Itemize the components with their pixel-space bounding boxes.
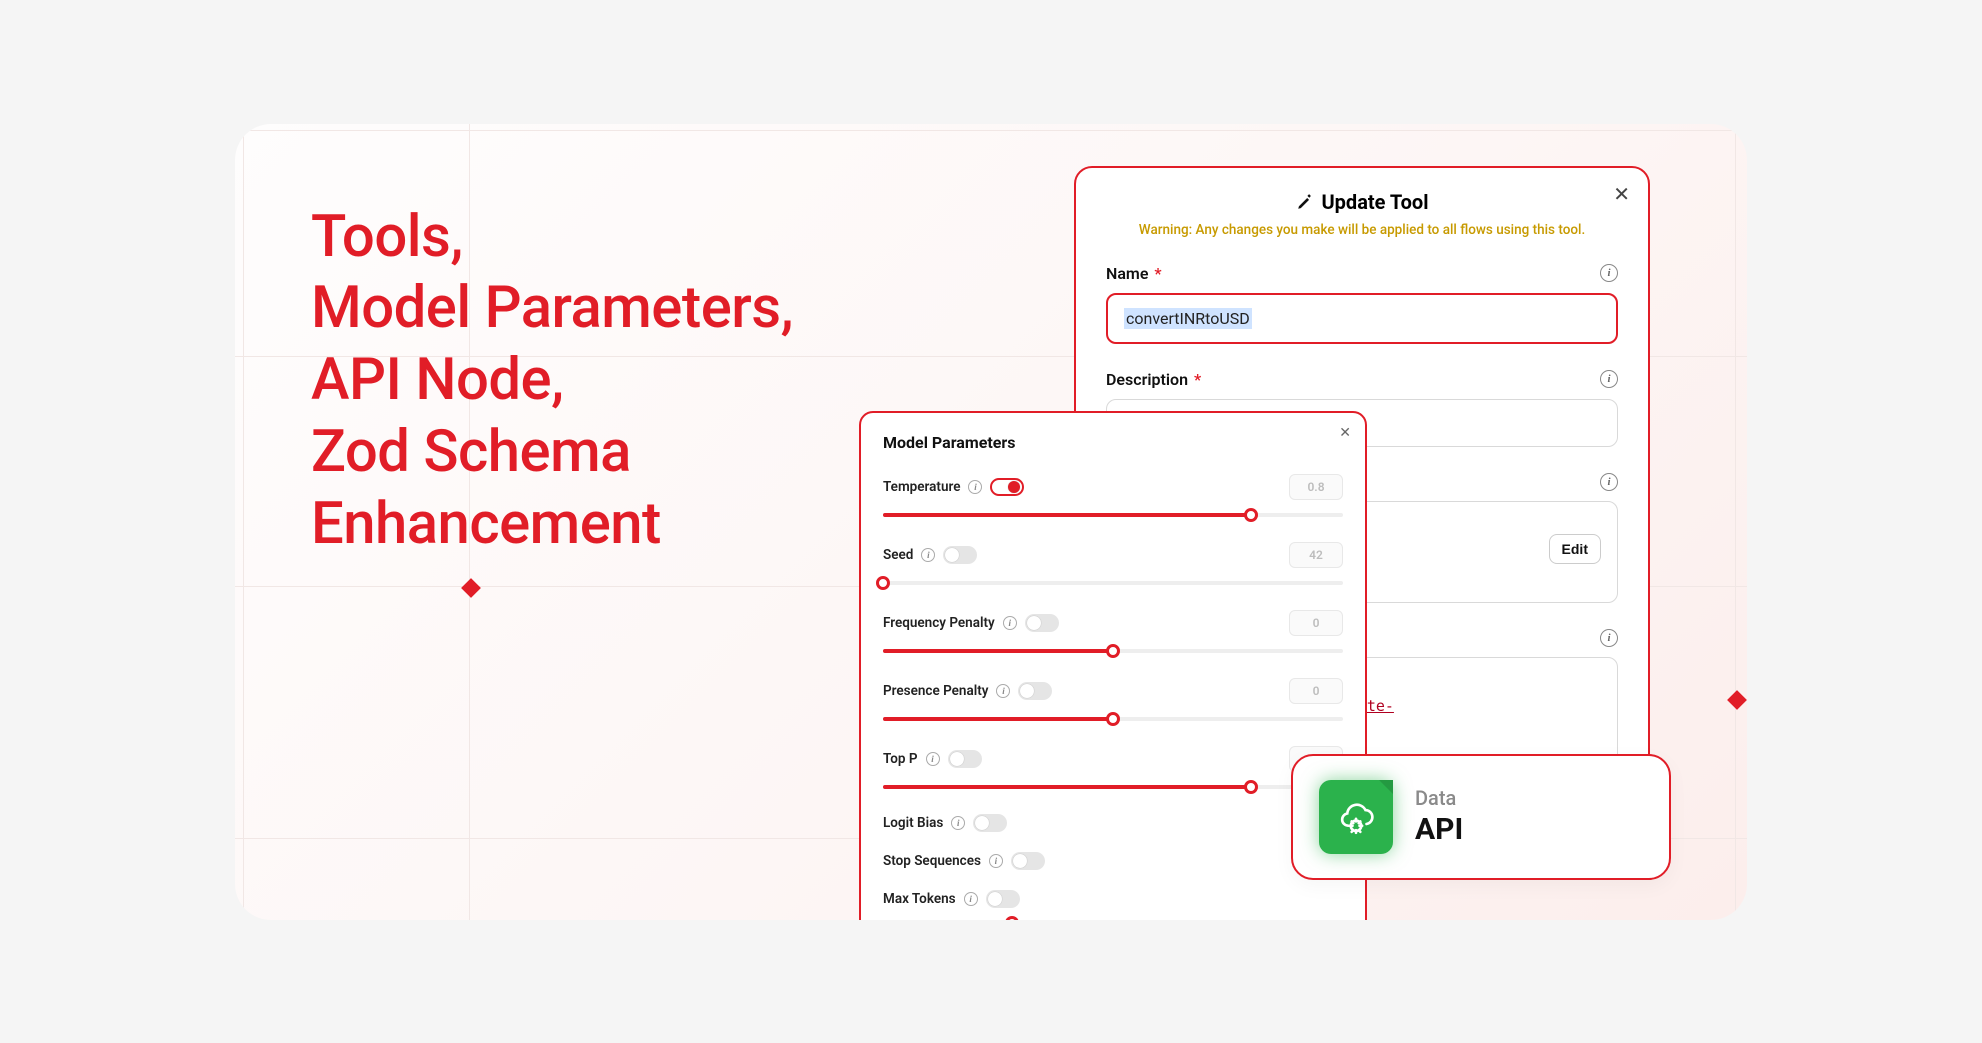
- headline: Tools, Model Parameters, API Node, Zod S…: [311, 202, 793, 562]
- info-icon[interactable]: i: [951, 816, 965, 830]
- param-label: Top P: [883, 751, 918, 767]
- pencil-icon: [1296, 193, 1314, 211]
- param-seed: Seed i 42: [883, 542, 1343, 590]
- diamond-marker: [461, 578, 481, 598]
- api-node-category: Data: [1415, 786, 1463, 810]
- api-node-name: API: [1415, 812, 1463, 847]
- param-slider[interactable]: [883, 780, 1343, 794]
- param-toggle[interactable]: [1011, 852, 1045, 870]
- param-logit-bias: Logit Bias i: [883, 814, 1343, 832]
- param-label: Stop Sequences: [883, 853, 981, 869]
- edit-button[interactable]: Edit: [1549, 534, 1601, 564]
- param-toggle[interactable]: [943, 546, 977, 564]
- info-icon[interactable]: i: [926, 752, 940, 766]
- info-icon[interactable]: i: [964, 892, 978, 906]
- param-value[interactable]: 0: [1289, 610, 1343, 636]
- close-icon[interactable]: ✕: [1613, 182, 1630, 206]
- info-icon[interactable]: i: [1600, 264, 1618, 282]
- param-slider[interactable]: [883, 576, 1343, 590]
- info-icon[interactable]: i: [996, 684, 1010, 698]
- info-icon[interactable]: i: [1600, 629, 1618, 647]
- info-icon[interactable]: i: [1600, 370, 1618, 388]
- param-slider[interactable]: [883, 916, 1343, 920]
- param-toggle[interactable]: [1018, 682, 1052, 700]
- api-node-text: Data API: [1415, 786, 1463, 847]
- required-marker: *: [1154, 264, 1161, 283]
- panel-title-text: Update Tool: [1322, 190, 1429, 214]
- headline-line: Tools,: [311, 202, 793, 274]
- info-icon[interactable]: i: [989, 854, 1003, 868]
- param-max-tokens: Max Tokens i: [883, 890, 1343, 920]
- close-icon[interactable]: ✕: [1339, 425, 1351, 441]
- info-icon[interactable]: i: [968, 480, 982, 494]
- param-toggle[interactable]: [990, 478, 1024, 496]
- headline-line: Zod Schema: [311, 417, 793, 489]
- param-label: Logit Bias: [883, 815, 943, 831]
- info-icon[interactable]: i: [1600, 473, 1618, 491]
- info-icon[interactable]: i: [921, 548, 935, 562]
- param-toggle[interactable]: [973, 814, 1007, 832]
- gridline: [1735, 124, 1736, 920]
- param-slider[interactable]: [883, 712, 1343, 726]
- param-value[interactable]: 0.8: [1289, 474, 1343, 500]
- headline-line: API Node,: [311, 345, 793, 417]
- required-marker: *: [1194, 370, 1201, 389]
- param-toggle[interactable]: [948, 750, 982, 768]
- param-label: Temperature: [883, 479, 960, 495]
- param-slider[interactable]: [883, 508, 1343, 522]
- param-toggle[interactable]: [1025, 614, 1059, 632]
- param-toggle[interactable]: [986, 890, 1020, 908]
- headline-line: Model Parameters,: [311, 273, 793, 345]
- param-top-p: Top P i 0.8: [883, 746, 1343, 794]
- param-value[interactable]: 42: [1289, 542, 1343, 568]
- headline-line: Enhancement: [311, 489, 793, 561]
- param-label: Max Tokens: [883, 891, 956, 907]
- param-stop-sequences: Stop Sequences i: [883, 852, 1343, 870]
- param-slider[interactable]: [883, 644, 1343, 658]
- promo-canvas: Tools, Model Parameters, API Node, Zod S…: [235, 124, 1747, 920]
- param-frequency-penalty: Frequency Penalty i 0: [883, 610, 1343, 658]
- param-label: Seed: [883, 547, 913, 563]
- warning-text: Warning: Any changes you make will be ap…: [1106, 222, 1618, 238]
- gridline: [243, 124, 244, 920]
- name-input[interactable]: convertINRtoUSD: [1106, 293, 1618, 344]
- name-input-value: convertINRtoUSD: [1124, 308, 1252, 329]
- param-value[interactable]: 0: [1289, 678, 1343, 704]
- panel-title: Update Tool: [1106, 190, 1618, 214]
- param-label: Frequency Penalty: [883, 615, 995, 631]
- panel-title: Model Parameters: [883, 433, 1343, 452]
- field-label: Description: [1106, 370, 1188, 389]
- gridline: [235, 130, 1747, 131]
- diamond-marker: [1727, 690, 1747, 710]
- api-node-card[interactable]: Data API: [1291, 754, 1671, 880]
- cloud-api-icon: [1319, 780, 1393, 854]
- info-icon[interactable]: i: [1003, 616, 1017, 630]
- param-label: Presence Penalty: [883, 683, 988, 699]
- field-name: Name * i convertINRtoUSD: [1106, 264, 1618, 344]
- param-temperature: Temperature i 0.8: [883, 474, 1343, 522]
- field-label: Name: [1106, 264, 1148, 283]
- param-presence-penalty: Presence Penalty i 0: [883, 678, 1343, 726]
